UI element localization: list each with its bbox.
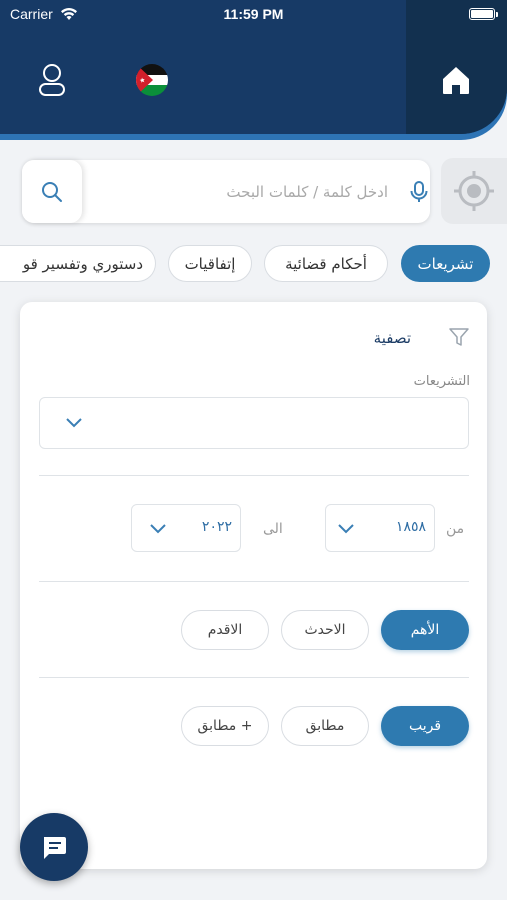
status-bar: Carrier 11:59 PM xyxy=(0,6,507,24)
match-exact-plus[interactable]: مطابق + xyxy=(181,706,269,746)
filter-title: تصفية xyxy=(373,329,411,347)
crosshair-icon xyxy=(454,171,494,211)
to-year-select[interactable]: ٢٠٢٢ xyxy=(131,504,241,552)
tab-agreements[interactable]: إتفاقيات xyxy=(168,245,252,282)
sort-most-important[interactable]: الأهم xyxy=(381,610,469,650)
tab-label: أحكام قضائية xyxy=(285,254,367,273)
from-label: من xyxy=(446,521,465,537)
sort-oldest[interactable]: الاقدم xyxy=(181,610,269,650)
battery-tip xyxy=(496,12,498,17)
microphone-icon[interactable] xyxy=(408,180,430,204)
clock: 11:59 PM xyxy=(223,6,284,22)
tab-legislation[interactable]: تشريعات xyxy=(401,245,490,282)
tab-label: إتفاقيات xyxy=(184,254,236,273)
pill-label: الاقدم xyxy=(207,622,243,638)
tab-label: دستوري وتفسير قو xyxy=(22,254,143,273)
divider xyxy=(39,475,469,476)
from-year-select[interactable]: ١٨٥٨ xyxy=(325,504,435,552)
battery-icon xyxy=(469,8,495,20)
divider xyxy=(39,677,469,678)
filter-panel: تصفية التشريعات من ١٨٥٨ الى ٢٠٢٢ الأهم ا… xyxy=(20,302,487,869)
tab-constitutional[interactable]: دستوري وتفسير قو xyxy=(0,245,156,282)
pill-label: مطابق xyxy=(305,718,345,734)
chevron-down-icon xyxy=(66,418,82,428)
pill-label: قريب xyxy=(408,718,442,734)
chevron-down-icon xyxy=(338,524,354,534)
match-near[interactable]: قريب xyxy=(381,706,469,746)
search-icon xyxy=(42,181,62,202)
chevron-down-icon xyxy=(150,524,166,534)
to-label: الى xyxy=(263,521,283,537)
legislation-label: التشريعات xyxy=(413,374,470,389)
app-header: Carrier 11:59 PM xyxy=(0,0,507,134)
search-bar xyxy=(22,160,430,223)
chat-button[interactable] xyxy=(20,813,88,881)
tab-label: تشريعات xyxy=(417,254,474,273)
from-year-value: ١٨٥٨ xyxy=(395,519,426,535)
tab-court-rulings[interactable]: أحكام قضائية xyxy=(264,245,388,282)
to-year-value: ٢٠٢٢ xyxy=(201,519,232,535)
filter-icon xyxy=(449,328,469,346)
pill-label: مطابق + xyxy=(197,718,253,734)
home-icon[interactable] xyxy=(440,64,472,96)
pill-label: الأهم xyxy=(410,622,440,638)
pill-label: الاحدث xyxy=(304,622,346,638)
match-exact[interactable]: مطابق xyxy=(281,706,369,746)
divider xyxy=(39,581,469,582)
search-input[interactable] xyxy=(92,160,392,223)
legislation-select[interactable] xyxy=(39,397,469,449)
locate-button[interactable] xyxy=(441,158,507,224)
search-button[interactable] xyxy=(22,160,82,223)
jordan-flag-icon[interactable] xyxy=(136,64,168,96)
user-icon[interactable] xyxy=(36,63,68,97)
sort-newest[interactable]: الاحدث xyxy=(281,610,369,650)
chat-icon xyxy=(44,837,66,859)
